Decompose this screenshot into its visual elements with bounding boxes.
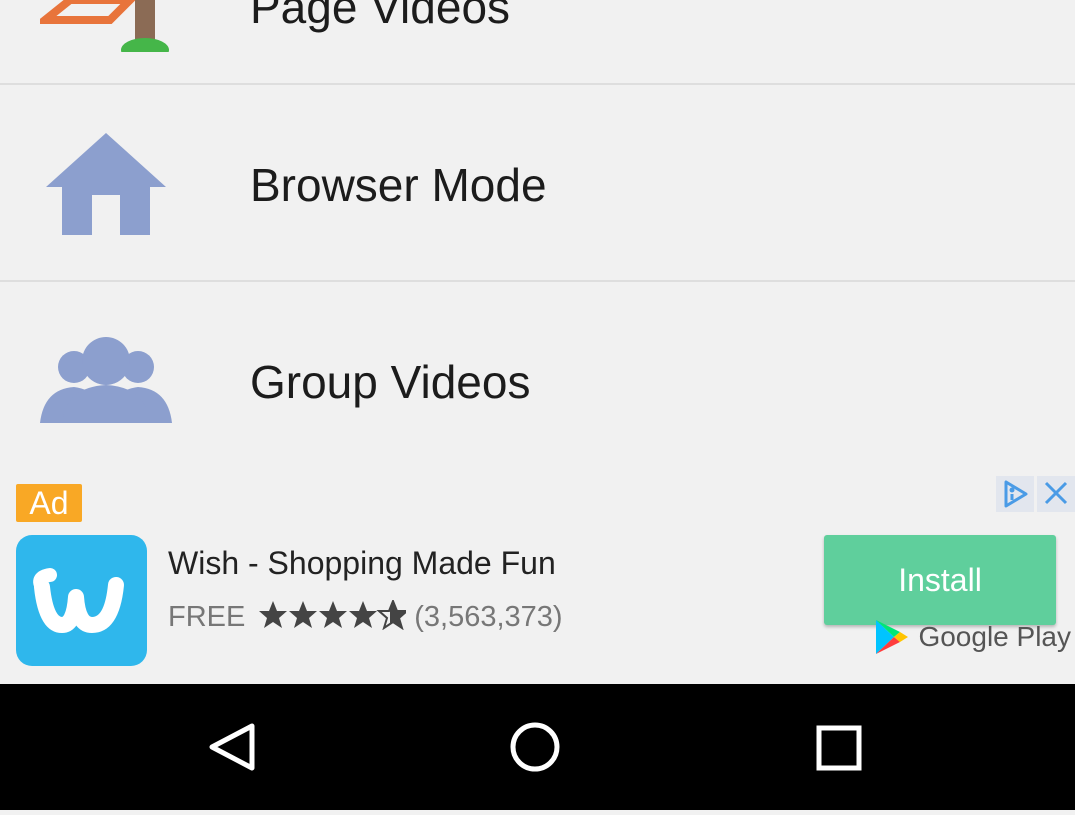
group-icon xyxy=(40,337,172,430)
recents-button[interactable] xyxy=(778,684,898,810)
ad-price: FREE xyxy=(168,601,246,633)
close-ad-button[interactable] xyxy=(1037,476,1075,512)
menu-item-browser-mode[interactable]: Browser Mode xyxy=(0,85,1075,280)
menu-item-label: Browser Mode xyxy=(250,159,547,211)
home-icon xyxy=(46,133,166,240)
recents-icon xyxy=(816,725,862,771)
install-button[interactable]: Install xyxy=(824,535,1056,625)
back-button[interactable] xyxy=(172,684,292,810)
ad-app-name[interactable]: Wish - Shopping Made Fun xyxy=(168,545,556,582)
navigation-bar xyxy=(0,684,1075,810)
menu-item-page-videos[interactable]: Page Videos xyxy=(0,0,1075,83)
menu-item-group-videos[interactable]: Group Videos xyxy=(0,282,1075,474)
home-button[interactable] xyxy=(475,684,595,810)
back-icon xyxy=(209,723,255,771)
home-circle-icon xyxy=(510,722,560,772)
google-play-label: Google Play xyxy=(918,621,1071,652)
page-icon xyxy=(33,0,175,62)
ad-badge: Ad xyxy=(16,484,82,522)
rating-stars-icon xyxy=(258,600,408,635)
google-play-icon xyxy=(876,620,908,654)
close-icon xyxy=(1044,481,1068,505)
menu-item-label: Group Videos xyxy=(250,356,531,408)
menu-item-label: Page Videos xyxy=(250,0,511,33)
wish-app-icon[interactable] xyxy=(16,535,147,666)
google-play-badge: Google Play xyxy=(876,620,1071,656)
adchoices-icon xyxy=(1004,480,1028,508)
adchoices-button[interactable] xyxy=(996,476,1034,512)
ad-review-count: (3,563,373) xyxy=(414,601,563,633)
ad-meta: FREE (3,563,373) xyxy=(168,600,563,636)
